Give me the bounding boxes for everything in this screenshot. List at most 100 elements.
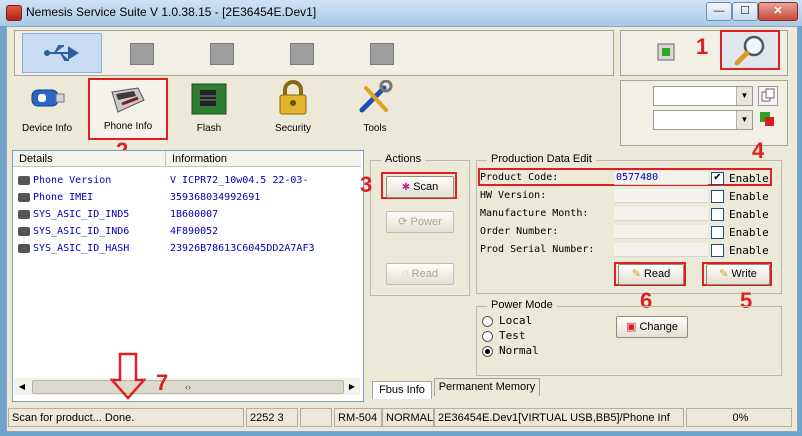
magnifier-icon: [734, 35, 765, 66]
radio-normal-label: Normal: [499, 344, 539, 357]
connection-slot-4[interactable]: [262, 33, 340, 71]
radio-local[interactable]: [482, 316, 493, 327]
pd-read-label: Read: [643, 268, 671, 280]
status-progress: 0%: [686, 408, 792, 427]
phone-icon: [18, 210, 30, 219]
product-code-label: Product Code:: [480, 172, 559, 183]
annotation-arrow-down-icon: [110, 352, 146, 400]
prod-serial-number-label: Prod Serial Number:: [480, 244, 595, 255]
connection-slot-2[interactable]: [102, 33, 180, 71]
phone-info-table[interactable]: Details Information Phone Version V ICPR7…: [12, 150, 364, 402]
read-icon: ◌: [402, 268, 409, 280]
enable-label: Enable: [729, 208, 769, 221]
read-button-disabled[interactable]: ◌ Read: [386, 263, 454, 285]
disabled-connection-icon: [210, 43, 234, 65]
radio-test-label: Test: [499, 329, 526, 342]
padlock-icon: [279, 80, 307, 115]
table-row[interactable]: SYS_ASIC_ID_IND5 1B600007: [13, 206, 359, 223]
phone-icon: [18, 176, 30, 185]
connection-slot-5[interactable]: [342, 33, 420, 71]
nav-label: Device Info: [21, 123, 73, 134]
nav-device-info[interactable]: Device Info: [8, 78, 86, 140]
radio-normal[interactable]: [482, 346, 493, 357]
hw-version-enable-checkbox[interactable]: [711, 190, 724, 203]
prod-serial-number-enable-checkbox[interactable]: [711, 244, 724, 257]
phone-icon: [111, 87, 145, 113]
prod-serial-number-field[interactable]: [614, 243, 708, 257]
minimize-button[interactable]: —: [706, 2, 732, 21]
red-green-chip-icon: ▣: [625, 321, 637, 333]
read-label: Read: [411, 268, 438, 280]
annotation-3: 3: [360, 172, 373, 197]
close-button[interactable]: ✕: [758, 2, 798, 21]
order-number-enable-checkbox[interactable]: [711, 226, 724, 239]
copy-button[interactable]: [758, 86, 778, 106]
detail-cell: SYS_ASIC_ID_HASH: [33, 243, 130, 254]
status-model: RM-504: [334, 408, 382, 427]
change-button[interactable]: ▣ Change: [616, 316, 688, 338]
scan-label: Scan: [413, 181, 439, 193]
annotation-1: 1: [696, 34, 709, 59]
info-cell: 4F890052: [170, 226, 219, 237]
status-cell-3: [300, 408, 332, 427]
app-icon: [6, 5, 22, 21]
column-header-details[interactable]: Details: [13, 151, 165, 167]
table-row[interactable]: SYS_ASIC_ID_IND6 4F890052: [13, 223, 359, 240]
title-bar[interactable]: Nemesis Service Suite V 1.0.38.15 - [2E3…: [0, 0, 802, 27]
chip-settings-button[interactable]: [654, 40, 678, 64]
change-label: Change: [639, 321, 678, 333]
pd-write-label: Write: [731, 268, 757, 280]
settings-chip-button[interactable]: [758, 110, 776, 128]
manufacture-month-enable-checkbox[interactable]: [711, 208, 724, 221]
phone-icon: [18, 244, 30, 253]
product-code-enable-checkbox[interactable]: ✔: [711, 172, 724, 185]
power-button[interactable]: ⟳ Power: [386, 211, 454, 233]
pd-read-button[interactable]: ✎ Read: [618, 264, 684, 285]
copy-icon: [761, 88, 775, 102]
detail-cell: Phone Version: [33, 175, 112, 186]
scroll-thumb[interactable]: ‹›: [32, 380, 344, 394]
tab-fbus-info[interactable]: Fbus Info: [372, 381, 432, 399]
nav-label: Security: [274, 123, 312, 134]
scan-search-button[interactable]: [720, 30, 780, 70]
usb-connection-button[interactable]: [22, 33, 102, 73]
horizontal-scrollbar[interactable]: ◀ ‹› ▶: [14, 378, 360, 395]
table-row[interactable]: Phone IMEI 359368034992691: [13, 189, 359, 206]
status-mode: NORMAL: [382, 408, 434, 427]
window-title: Nemesis Service Suite V 1.0.38.15 - [2E3…: [26, 5, 317, 19]
manufacture-month-field[interactable]: [614, 207, 708, 221]
detail-cell: Phone IMEI: [33, 192, 94, 203]
device-combo-2[interactable]: ▼: [653, 110, 753, 130]
table-row[interactable]: Phone Version V ICPR72_10w04.5 22-03-: [13, 172, 359, 189]
radio-local-label: Local: [499, 314, 533, 327]
connection-slot-3[interactable]: [182, 33, 260, 71]
maximize-button[interactable]: ☐: [732, 2, 758, 21]
nav-label: Phone Info: [103, 121, 153, 132]
phone-icon: [18, 227, 30, 236]
pencil-icon: ✎: [719, 268, 729, 280]
column-header-information[interactable]: Information: [165, 151, 361, 167]
nav-security[interactable]: Security: [254, 78, 332, 140]
radio-test[interactable]: [482, 331, 493, 342]
disabled-connection-icon: [130, 43, 154, 65]
scan-button[interactable]: ✱ Scan: [386, 176, 454, 198]
nav-tools[interactable]: Tools: [336, 78, 414, 140]
device-combo-1[interactable]: ▼: [653, 86, 753, 106]
pd-write-button[interactable]: ✎ Write: [706, 264, 770, 285]
info-cell: 1B600007: [170, 209, 219, 220]
nav-flash[interactable]: Flash: [170, 78, 248, 140]
annotation-4: 4: [752, 138, 765, 163]
hw-version-field[interactable]: [614, 189, 708, 203]
table-row[interactable]: SYS_ASIC_ID_HASH 23926B78613C6045DD2A7AF3: [13, 240, 359, 257]
scroll-right-arrow[interactable]: ▶: [344, 378, 360, 395]
tab-permanent-memory[interactable]: Permanent Memory: [434, 378, 540, 396]
nav-label: Flash: [196, 123, 222, 134]
order-number-field[interactable]: [614, 225, 708, 239]
chip-icon: [191, 83, 227, 115]
actions-group-title: Actions: [381, 153, 426, 165]
pencil-icon: ✎: [631, 268, 641, 280]
nav-phone-info[interactable]: Phone Info: [88, 78, 168, 140]
product-code-field[interactable]: 0577480: [614, 171, 708, 185]
scroll-left-arrow[interactable]: ◀: [14, 378, 30, 395]
red-green-chip-icon: [760, 112, 774, 126]
